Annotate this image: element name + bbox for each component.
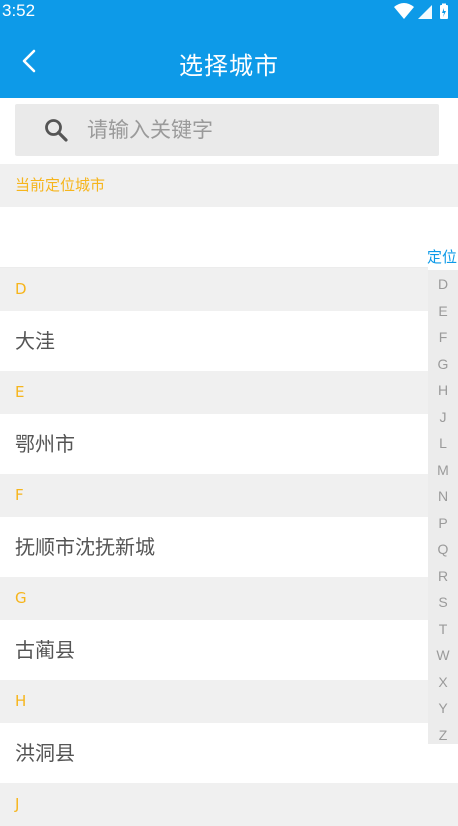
city-item[interactable]: 洪洞县: [0, 723, 458, 783]
section-header-e: E: [0, 371, 458, 414]
section-header-h: H: [0, 680, 458, 723]
section-header-d: D: [0, 268, 458, 311]
city-item[interactable]: 抚顺市沈抚新城: [0, 517, 458, 577]
city-sections: D 大洼 E 鄂州市 F 抚顺市沈抚新城 G 古蔺县 H 洪洞县 J: [0, 268, 458, 826]
battery-icon: [440, 3, 448, 19]
search-box[interactable]: [15, 104, 439, 156]
search-icon: [45, 119, 68, 142]
alphabet-index-bar[interactable]: 定位 DEFGHJLMNPQRSTWXYZ: [427, 244, 458, 744]
index-letter-y[interactable]: Y: [428, 700, 458, 716]
app-header: 3:52 选择城市: [0, 0, 458, 98]
signal-icon: [418, 5, 432, 19]
index-letter-j[interactable]: J: [428, 409, 458, 425]
wifi-icon: [394, 3, 414, 19]
status-icons: [394, 3, 448, 19]
city-item[interactable]: 古蔺县: [0, 620, 458, 680]
section-header-g: G: [0, 577, 458, 620]
index-letter-n[interactable]: N: [428, 488, 458, 504]
index-letter-z[interactable]: Z: [428, 727, 458, 743]
section-header-f: F: [0, 474, 458, 517]
index-letter-l[interactable]: L: [428, 435, 458, 451]
index-letter-d[interactable]: D: [428, 276, 458, 292]
city-list: 当前定位城市 D 大洼 E 鄂州市 F 抚顺市沈抚新城 G 古蔺县 H 洪洞县 J: [0, 164, 458, 826]
index-location-cell: 定位: [427, 244, 458, 270]
index-letter-t[interactable]: T: [428, 621, 458, 637]
index-letter-q[interactable]: Q: [428, 541, 458, 557]
index-letter-f[interactable]: F: [428, 329, 458, 345]
nav-bar: 选择城市: [0, 24, 458, 98]
city-item[interactable]: 大洼: [0, 311, 458, 371]
status-time: 3:52: [2, 1, 36, 20]
index-letter-e[interactable]: E: [428, 303, 458, 319]
city-item[interactable]: 鄂州市: [0, 414, 458, 474]
index-location-label[interactable]: 定位: [427, 246, 457, 267]
current-location-row[interactable]: [0, 207, 458, 268]
index-letter-h[interactable]: H: [428, 382, 458, 398]
index-letter-r[interactable]: R: [428, 568, 458, 584]
index-letter-g[interactable]: G: [428, 356, 458, 372]
page-title: 选择城市: [179, 52, 279, 80]
search-area: [0, 98, 458, 164]
index-letter-s[interactable]: S: [428, 594, 458, 610]
status-bar: 3:52: [0, 0, 458, 24]
index-letter-x[interactable]: X: [428, 674, 458, 690]
location-header: 当前定位城市: [0, 164, 458, 207]
index-letter-p[interactable]: P: [428, 515, 458, 531]
index-letter-w[interactable]: W: [428, 647, 458, 663]
search-input[interactable]: [87, 104, 427, 156]
index-letter-m[interactable]: M: [428, 462, 458, 478]
